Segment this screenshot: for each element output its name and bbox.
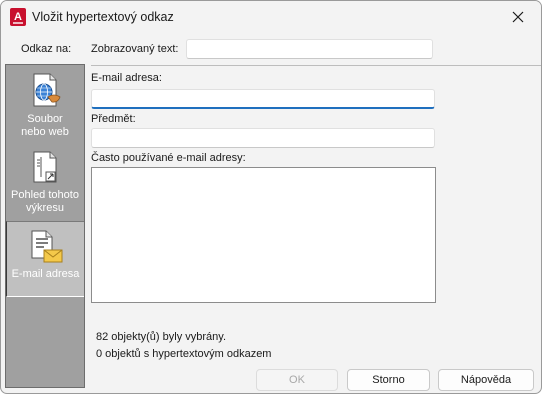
svg-text:A: A <box>14 11 22 23</box>
ok-button[interactable]: OK <box>256 369 338 391</box>
autocad-icon: A <box>10 8 26 26</box>
title-bar: A Vložit hypertextový odkaz <box>1 1 541 33</box>
sidebar-item-label: Soubor <box>27 113 63 125</box>
subject-label: Předmět: <box>91 113 136 125</box>
hyperlink-dialog: A Vložit hypertextový odkaz Odkaz na: So… <box>0 0 542 394</box>
sidebar-item-label: nebo web <box>21 126 69 138</box>
sidebar-item-file-or-web[interactable]: Soubor nebo web <box>6 73 84 149</box>
link-type-sidebar: Soubor nebo web Pohled tohoto výkresu E-… <box>5 64 85 388</box>
drawing-view-icon <box>33 151 57 183</box>
display-text-input[interactable] <box>186 39 433 59</box>
recent-emails-label: Často používané e-mail adresy: <box>91 152 246 164</box>
help-button[interactable]: Nápověda <box>438 369 534 391</box>
sidebar-item-label: Pohled tohoto <box>11 189 79 201</box>
email-document-icon <box>31 230 62 263</box>
recent-emails-list[interactable] <box>91 167 436 303</box>
close-icon <box>512 11 524 22</box>
display-text-label: Zobrazovaný text: <box>91 43 179 55</box>
sidebar-item-email[interactable]: E-mail adresa <box>6 221 84 297</box>
email-label: E-mail adresa: <box>91 72 162 84</box>
sidebar-item-label: E-mail adresa <box>11 268 80 280</box>
globe-document-icon <box>33 73 61 107</box>
link-to-label: Odkaz na: <box>21 43 72 55</box>
hyperlink-objects-info: 0 objektů s hypertextovým odkazem <box>96 348 272 360</box>
subject-input[interactable] <box>91 128 435 148</box>
window-title: Vložit hypertextový odkaz <box>32 10 174 24</box>
sidebar-item-drawing-view[interactable]: Pohled tohoto výkresu <box>6 151 84 219</box>
email-input[interactable] <box>91 89 435 109</box>
section-divider <box>91 65 541 66</box>
cancel-button[interactable]: Storno <box>347 369 430 391</box>
sidebar-item-label: výkresu <box>26 202 64 214</box>
selected-objects-info: 82 objekty(ů) byly vybrány. <box>96 331 227 343</box>
close-button[interactable] <box>495 1 541 32</box>
